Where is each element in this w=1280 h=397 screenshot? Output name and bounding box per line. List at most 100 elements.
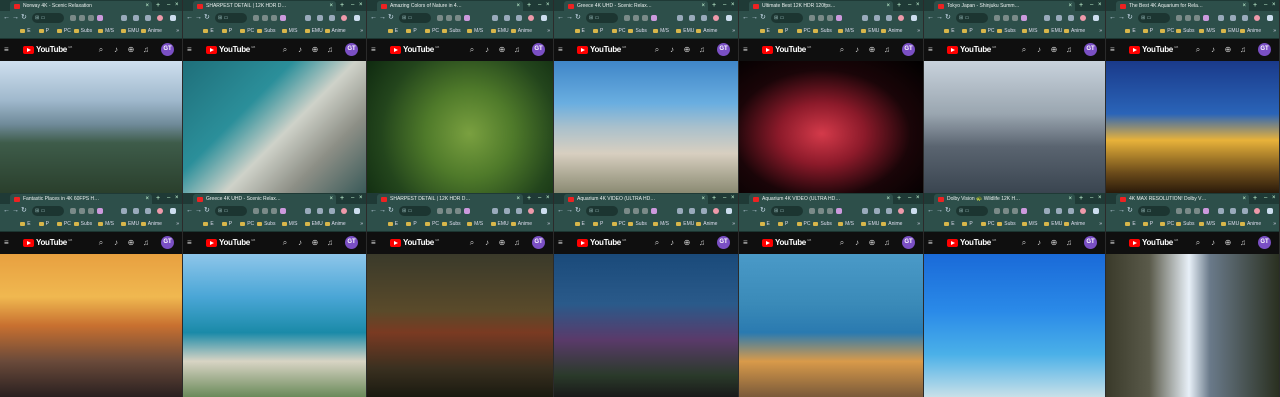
screenshot-icon[interactable] [689,208,695,214]
bookmark-item[interactable]: PC [796,27,810,36]
browser-tab[interactable]: Amazing Colors of Nature in 4… × [377,1,523,11]
close-tab-icon[interactable]: × [1242,3,1246,9]
close-tab-icon[interactable]: × [516,196,520,202]
tune-icon[interactable] [446,15,452,21]
avatar[interactable]: GT [1258,236,1271,249]
hamburger-icon[interactable]: ≡ [187,46,195,54]
bookmark-item[interactable]: PC [1160,220,1174,229]
download-icon[interactable] [1218,15,1224,21]
hamburger-icon[interactable]: ≡ [558,239,566,247]
search-icon[interactable]: ⌕ [281,238,289,247]
new-tab-icon[interactable]: + [897,193,903,204]
bookmark-item[interactable]: E [203,27,214,36]
back-icon[interactable]: ← [742,207,749,215]
bookmark-item[interactable]: PC [240,220,254,229]
profile-icon[interactable] [713,208,719,214]
reload-icon[interactable]: ↻ [945,14,951,22]
back-icon[interactable]: ← [370,14,377,22]
bookmarks-overflow-icon[interactable]: » [547,220,550,229]
create-icon[interactable]: ⊕ [311,238,319,247]
cast-icon[interactable] [642,208,648,214]
bookmarks-overflow-icon[interactable]: » [360,220,363,229]
close-tab-icon[interactable]: × [886,196,890,202]
bookmark-item[interactable]: Anime [510,220,532,229]
browser-tab[interactable]: Fantastic Places in 4K 60FPS H… × [10,194,152,204]
bookmark-item[interactable]: EMU [861,220,879,229]
avatar[interactable]: GT [345,43,358,56]
close-tab-icon[interactable]: × [1242,196,1246,202]
star-icon[interactable] [280,208,286,214]
close-window-icon[interactable]: × [1272,0,1277,11]
bookmarks-overflow-icon[interactable]: » [917,220,920,229]
bookmark-item[interactable]: Anime [881,27,902,36]
browser-tab[interactable]: Greece 4K UHD - Scenic Relax… × [193,194,336,204]
tune-icon[interactable] [1185,208,1191,214]
bookmark-item[interactable]: E [574,220,585,229]
bookmark-item[interactable]: P [962,220,973,229]
cast-icon[interactable] [1012,208,1018,214]
close-tab-icon[interactable]: × [329,196,333,202]
browser-window[interactable]: Aquarium 4K VIDEO (ULTRA HD… × + – × ← →… [554,193,739,397]
menu-icon[interactable] [911,208,917,214]
sidepanel-icon[interactable] [1068,15,1074,21]
close-window-icon[interactable]: × [546,0,551,11]
sidepanel-icon[interactable] [886,15,892,21]
new-tab-icon[interactable]: + [156,0,162,11]
browser-tab[interactable]: The Best 4K Aquarium for Rela… × [1116,1,1249,11]
omnibox[interactable]: ⊞ ▭ [956,206,988,216]
tune-icon[interactable] [818,208,824,214]
new-tab-icon[interactable]: + [340,0,346,11]
mic-icon[interactable]: ♪ [1209,45,1217,54]
back-icon[interactable]: ← [742,14,749,22]
forward-icon[interactable]: → [379,14,386,22]
notifications-icon[interactable]: ♫ [142,45,150,54]
video-player[interactable] [554,61,738,193]
new-tab-icon[interactable]: + [1253,0,1259,11]
download-icon[interactable] [677,15,683,21]
bookmark-item[interactable]: PC [611,220,625,229]
avatar[interactable]: GT [1258,43,1271,56]
bookmark-item[interactable]: E [387,220,398,229]
video-player[interactable] [924,61,1105,193]
search-icon[interactable]: ⌕ [97,238,105,247]
search-icon[interactable]: ⌕ [1020,45,1028,54]
bookmark-item[interactable]: P [593,27,603,36]
extension-icon[interactable] [437,208,443,214]
star-icon[interactable] [280,15,286,21]
hamburger-icon[interactable]: ≡ [743,46,751,54]
bookmark-item[interactable]: P [1142,27,1153,36]
extension-icon[interactable] [253,208,259,214]
omnibox[interactable]: ⊞ ▭ [215,13,247,23]
download-icon[interactable] [121,15,127,21]
forward-icon[interactable]: → [751,207,758,215]
profile-icon[interactable] [1254,15,1260,21]
mic-icon[interactable]: ♪ [853,238,861,247]
video-player[interactable] [924,254,1105,397]
hamburger-icon[interactable]: ≡ [928,239,936,247]
bookmark-item[interactable]: Subs [813,220,832,229]
mic-icon[interactable]: ♪ [483,45,491,54]
star-icon[interactable] [1203,15,1209,21]
menu-icon[interactable] [726,15,732,21]
bookmark-item[interactable]: M/S [467,220,483,229]
create-icon[interactable]: ⊕ [311,45,319,54]
close-window-icon[interactable]: × [1272,193,1277,204]
youtube-logo[interactable]: YouTube GB [1129,238,1178,247]
new-tab-icon[interactable]: + [712,0,718,11]
browser-tab[interactable]: Aquarium 4K VIDEO (ULTRA HD… × [749,194,893,204]
bookmark-item[interactable]: EMU [1044,220,1062,229]
download-icon[interactable] [1044,15,1050,21]
bookmark-item[interactable]: E [944,220,955,229]
bookmark-item[interactable]: E [387,27,398,36]
new-tab-icon[interactable]: + [527,0,533,11]
minimize-icon[interactable]: – [908,193,913,204]
extension-icon[interactable] [1176,15,1182,21]
download-icon[interactable] [1218,208,1224,214]
search-icon[interactable]: ⌕ [468,238,476,247]
bookmark-item[interactable]: PC [56,220,71,229]
menu-icon[interactable] [911,15,917,21]
new-tab-icon[interactable]: + [340,193,346,204]
screenshot-icon[interactable] [1230,15,1236,21]
sidepanel-icon[interactable] [1242,15,1248,21]
hamburger-icon[interactable]: ≡ [928,46,936,54]
